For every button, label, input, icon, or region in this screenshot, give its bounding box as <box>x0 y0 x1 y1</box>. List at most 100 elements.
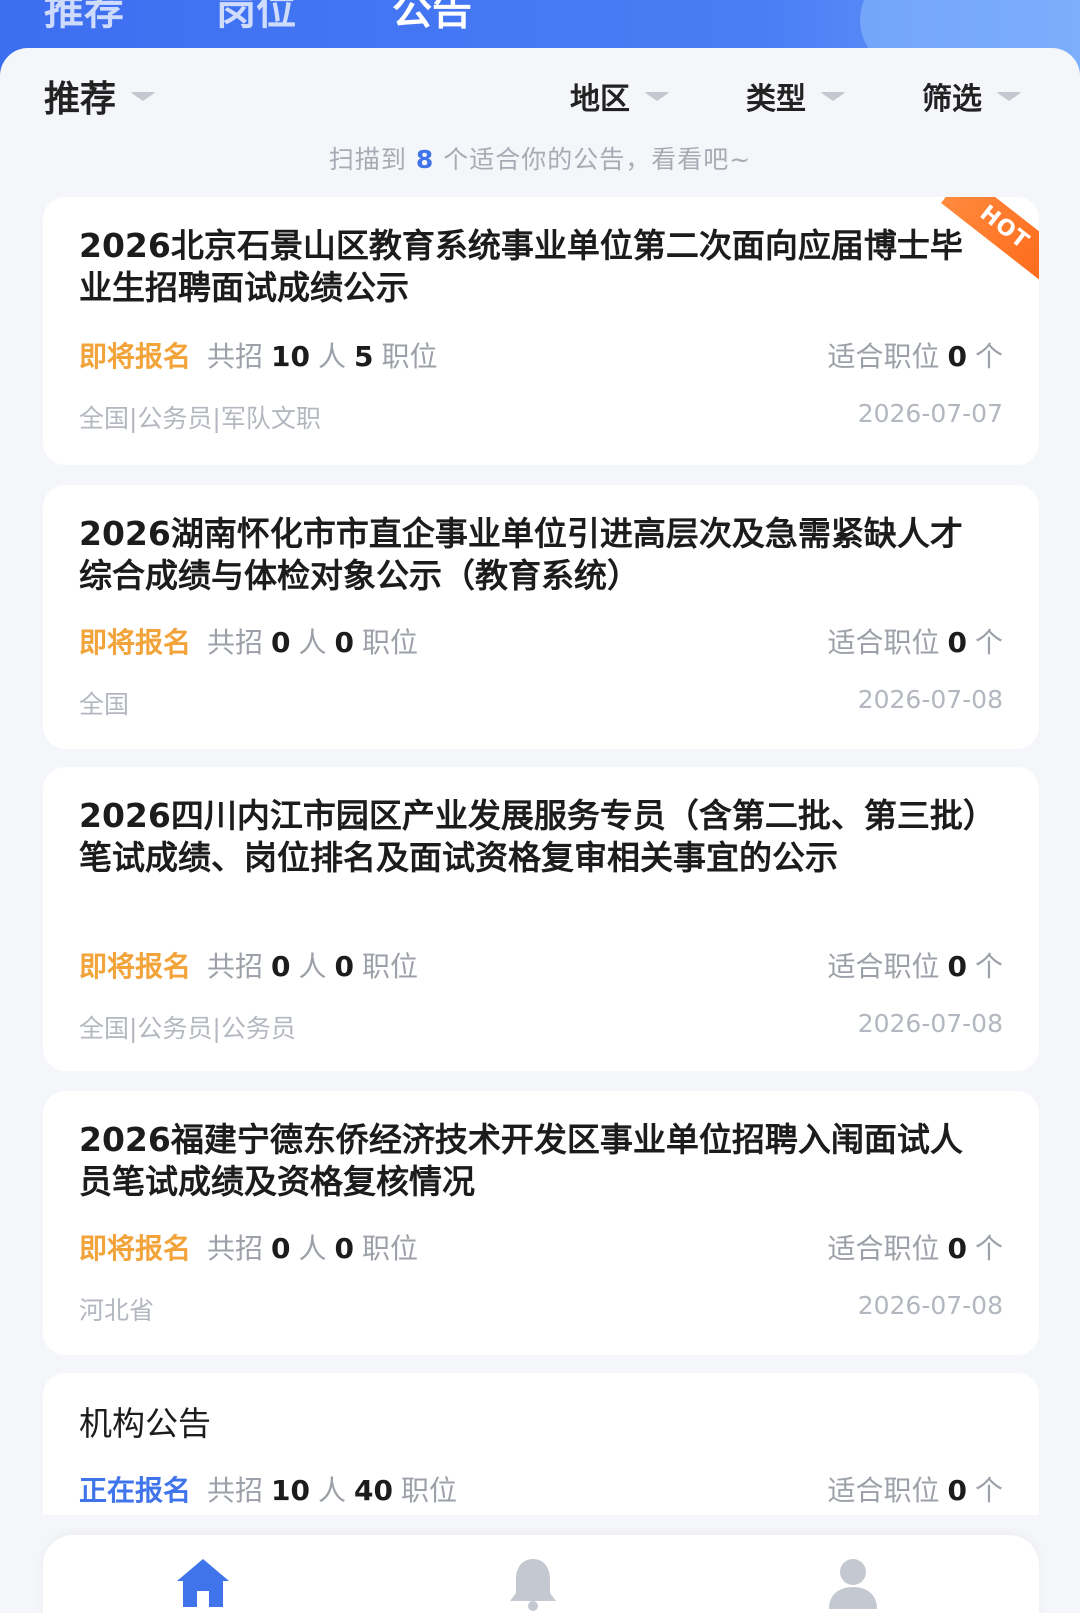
announcement-card[interactable]: HOT 2026北京石景山区教育系统事业单位第二次面向应届博士毕业生招聘面试成绩… <box>43 197 1039 465</box>
top-tab-announcements[interactable]: 公告 <box>392 0 472 36</box>
position-unit: 职位 <box>362 626 419 659</box>
chevron-down-icon <box>820 91 846 101</box>
position-count: 0 <box>334 626 355 659</box>
match-count: 0 <box>947 1232 967 1265</box>
match-label: 适合职位 <box>827 1474 940 1507</box>
position-count: 40 <box>354 1474 393 1507</box>
announcement-list: HOT 2026北京石景山区教育系统事业单位第二次面向应届博士毕业生招聘面试成绩… <box>0 195 1080 1522</box>
home-icon <box>177 1559 229 1607</box>
card-tags: 全国|公务员|军队文职 <box>79 404 321 433</box>
recruit-count: 0 <box>271 626 291 659</box>
match-count: 0 <box>947 626 967 659</box>
match-count: 0 <box>947 950 967 983</box>
position-count: 5 <box>354 340 374 373</box>
people-unit: 人 <box>318 340 347 373</box>
card-date: 2026-07-08 <box>857 1291 1003 1320</box>
announcement-card[interactable]: 机构公告 正在报名 共招 10 人 40 职位 适合职位 0 个 <box>43 1373 1039 1522</box>
card-title: 2026北京石景山区教育系统事业单位第二次面向应届博士毕业生招聘面试成绩公示 <box>79 226 963 307</box>
card-tags: 河北省 <box>79 1296 155 1325</box>
recommend-sort-label: 推荐 <box>44 79 117 120</box>
card-date: 2026-07-08 <box>857 1009 1003 1038</box>
match-label: 适合职位 <box>827 626 940 659</box>
card-footer: 河北省 2026-07-08 <box>79 1291 1003 1327</box>
scan-tip-count: 8 <box>415 145 435 174</box>
type-filter-dropdown[interactable]: 类型 <box>746 74 846 118</box>
card-title: 2026四川内江市园区产业发展服务专员（含第二批、第三批）笔试成绩、岗位排名及面… <box>79 796 980 877</box>
chevron-down-icon <box>644 91 670 101</box>
top-tab-positions[interactable]: 岗位 <box>216 0 296 36</box>
announcement-card[interactable]: 2026福建宁德东侨经济技术开发区事业单位招聘入闱面试人员笔试成绩及资格复核情况… <box>43 1091 1039 1355</box>
user-icon <box>829 1559 877 1609</box>
bottom-tab-bar: 首页 消息 我的 <box>43 1535 1039 1613</box>
tab-home[interactable]: 首页 <box>173 1555 233 1613</box>
chevron-down-icon <box>996 91 1022 101</box>
match-label: 适合职位 <box>827 1232 940 1265</box>
position-unit: 职位 <box>362 1232 419 1265</box>
people-unit: 人 <box>298 1232 327 1265</box>
match-unit: 个 <box>974 1232 1003 1265</box>
region-filter-label: 地区 <box>570 82 630 117</box>
card-date: 2026-07-08 <box>857 685 1003 714</box>
scan-tip-suffix: 个适合你的公告，看看吧~ <box>443 145 752 174</box>
bell-icon <box>510 1559 556 1611</box>
status-badge: 即将报名 <box>79 626 192 659</box>
recommend-sort-dropdown[interactable]: 推荐 <box>44 70 157 122</box>
match-label: 适合职位 <box>827 950 940 983</box>
card-meta-row: 即将报名 共招 10 人 5 职位 适合职位 0 个 <box>79 335 1003 375</box>
announcement-card[interactable]: 2026四川内江市园区产业发展服务专员（含第二批、第三批）笔试成绩、岗位排名及面… <box>43 767 1039 1071</box>
recruit-label: 共招 <box>207 1474 264 1507</box>
recruit-label: 共招 <box>207 626 264 659</box>
match-label: 适合职位 <box>827 340 940 373</box>
status-badge: 即将报名 <box>79 340 192 373</box>
position-unit: 职位 <box>381 340 438 373</box>
screen-filter-dropdown[interactable]: 筛选 <box>922 74 1022 118</box>
status-badge: 正在报名 <box>79 1474 192 1507</box>
chevron-down-icon <box>130 91 157 101</box>
match-unit: 个 <box>974 626 1003 659</box>
card-meta-row: 即将报名 共招 0 人 0 职位 适合职位 0 个 <box>79 1227 1003 1267</box>
card-footer: 全国 2026-07-08 <box>79 685 1003 721</box>
card-footer: 全国|公务员|军队文职 2026-07-07 <box>79 399 1003 435</box>
card-meta-row: 即将报名 共招 0 人 0 职位 适合职位 0 个 <box>79 621 1003 661</box>
position-unit: 职位 <box>400 1474 457 1507</box>
recruit-label: 共招 <box>207 1232 264 1265</box>
tab-mine[interactable]: 我的 <box>823 1555 883 1613</box>
card-footer: 全国|公务员|公务员 2026-07-08 <box>79 1009 1003 1045</box>
region-filter-dropdown[interactable]: 地区 <box>570 74 670 118</box>
people-unit: 人 <box>318 1474 347 1507</box>
match-unit: 个 <box>974 950 1003 983</box>
match-count: 0 <box>947 340 967 373</box>
recruit-label: 共招 <box>207 340 264 373</box>
position-count: 0 <box>334 1232 355 1265</box>
match-count: 0 <box>947 1474 967 1507</box>
recruit-label: 共招 <box>207 950 264 983</box>
recruit-count: 0 <box>271 950 291 983</box>
card-date: 2026-07-07 <box>857 399 1003 428</box>
screen-filter-label: 筛选 <box>922 82 982 117</box>
position-count: 0 <box>334 950 355 983</box>
card-title: 2026福建宁德东侨经济技术开发区事业单位招聘入闱面试人员笔试成绩及资格复核情况 <box>79 1120 963 1201</box>
recruit-count: 10 <box>271 340 310 373</box>
announcement-card[interactable]: 2026湖南怀化市市直企事业单位引进高层次及急需紧缺人才综合成绩与体检对象公示（… <box>43 485 1039 749</box>
filter-bar: 推荐 地区 类型 筛选 <box>0 48 1080 144</box>
people-unit: 人 <box>298 950 327 983</box>
recruit-count: 0 <box>271 1232 291 1265</box>
status-badge: 即将报名 <box>79 950 192 983</box>
scan-result-tip: 扫描到 8 个适合你的公告，看看吧~ <box>0 140 1080 176</box>
match-unit: 个 <box>974 340 1003 373</box>
card-title: 机构公告 <box>79 1404 211 1443</box>
card-tags: 全国|公务员|公务员 <box>79 1014 296 1043</box>
type-filter-label: 类型 <box>746 82 806 117</box>
card-meta-row: 即将报名 共招 0 人 0 职位 适合职位 0 个 <box>79 945 1003 985</box>
recruit-count: 10 <box>271 1474 310 1507</box>
people-unit: 人 <box>298 626 327 659</box>
tab-message[interactable]: 消息 <box>503 1555 563 1613</box>
position-unit: 职位 <box>362 950 419 983</box>
card-tags: 全国 <box>79 690 130 719</box>
top-tab-recommend[interactable]: 推荐 <box>44 0 124 36</box>
match-unit: 个 <box>974 1474 1003 1507</box>
scan-tip-prefix: 扫描到 <box>328 145 407 174</box>
card-meta-row: 正在报名 共招 10 人 40 职位 适合职位 0 个 <box>79 1469 1003 1509</box>
status-badge: 即将报名 <box>79 1232 192 1265</box>
card-title: 2026湖南怀化市市直企事业单位引进高层次及急需紧缺人才综合成绩与体检对象公示（… <box>79 514 963 595</box>
